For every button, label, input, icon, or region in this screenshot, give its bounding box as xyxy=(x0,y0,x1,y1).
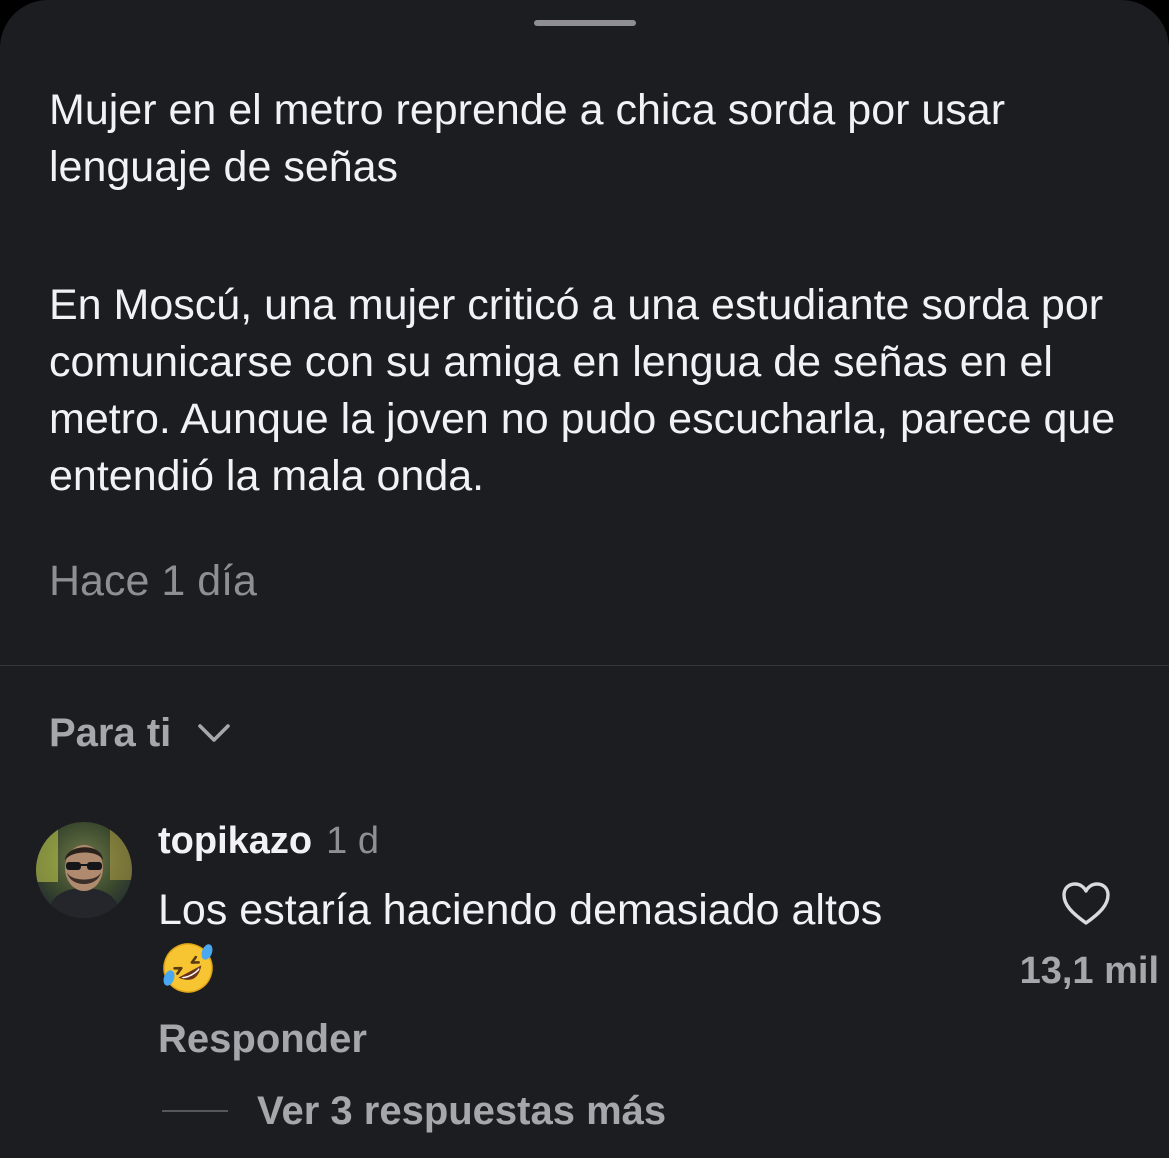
comments-sheet: Mujer en el metro reprende a chica sorda… xyxy=(0,0,1169,1158)
sheet-grabber-handle[interactable] xyxy=(534,20,636,26)
comment-username[interactable]: topikazo xyxy=(158,820,312,863)
comment-text: Los estaría haciendo demasiado altos xyxy=(158,886,883,934)
post-timestamp: Hace 1 día xyxy=(49,557,257,605)
reply-button[interactable]: Responder xyxy=(158,1012,367,1066)
divider xyxy=(0,665,1169,666)
chevron-down-icon xyxy=(198,724,231,742)
like-count: 13,1 mil xyxy=(1019,950,1159,992)
post-title: Mujer en el metro reprende a chica sorda… xyxy=(49,86,1006,191)
sort-label: Para ti xyxy=(49,711,172,755)
view-replies-button[interactable]: Ver 3 respuestas más xyxy=(162,1084,666,1138)
avatar[interactable] xyxy=(36,822,132,918)
view-replies-label: Ver 3 respuestas más xyxy=(257,1089,667,1133)
comment-header: topikazo 1 d xyxy=(158,820,379,863)
comment-age: 1 d xyxy=(326,820,379,862)
replies-divider-line xyxy=(162,1110,228,1112)
comment-sort-dropdown[interactable]: Para ti xyxy=(49,706,231,760)
post-description: En Moscú, una mujer criticó a una estudi… xyxy=(49,281,1116,500)
rolling-on-floor-laughing-emoji xyxy=(163,943,213,993)
heart-outline-icon[interactable] xyxy=(1060,880,1112,928)
